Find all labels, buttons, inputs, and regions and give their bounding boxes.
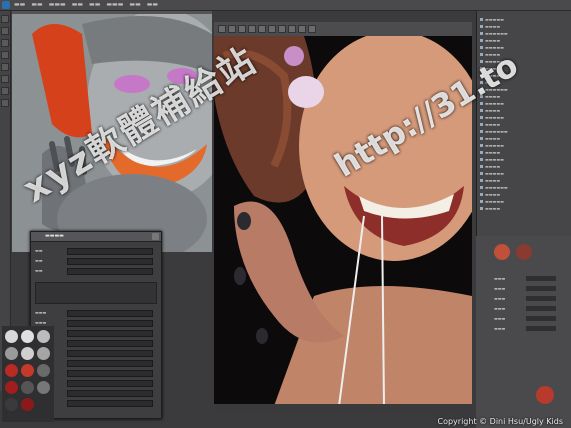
dialog-field[interactable] [67, 340, 153, 347]
material-ball-icon[interactable] [5, 364, 18, 377]
menu-item[interactable]: ▬▬ [89, 0, 100, 10]
dialog-field[interactable] [67, 248, 153, 255]
tool-icon[interactable] [1, 15, 9, 23]
tree-item[interactable]: ▬▬▬▬ [480, 178, 568, 183]
close-icon[interactable] [152, 233, 159, 240]
material-preview-icon [516, 244, 532, 260]
material-browser [2, 326, 54, 422]
view-tool-icon[interactable] [258, 25, 266, 33]
view-tool-icon[interactable] [288, 25, 296, 33]
material-ball-icon[interactable] [37, 364, 50, 377]
tree-item[interactable]: ▬▬▬▬ [480, 150, 568, 155]
view-tool-icon[interactable] [218, 25, 226, 33]
app-logo-icon [2, 1, 10, 9]
attr-field[interactable] [526, 286, 556, 291]
dialog-field[interactable] [67, 330, 153, 337]
material-ball-icon[interactable] [37, 330, 50, 343]
material-ball-icon[interactable] [37, 381, 50, 394]
material-ball-icon[interactable] [21, 364, 34, 377]
dialog-field[interactable] [67, 350, 153, 357]
view-tool-icon[interactable] [298, 25, 306, 33]
dialog-field[interactable] [67, 360, 153, 367]
tree-item[interactable]: ▬▬▬▬ [480, 38, 568, 43]
material-ball-icon[interactable] [5, 347, 18, 360]
tree-item[interactable]: ▬▬▬▬▬ [480, 45, 568, 50]
render-status-bar [214, 404, 472, 414]
dialog-label: ▬▬ [35, 248, 43, 253]
dialog-label: ▬▬▬ [35, 310, 47, 315]
tree-item[interactable]: ▬▬▬▬▬ [480, 17, 568, 22]
tree-item[interactable]: ▬▬▬▬▬ [480, 115, 568, 120]
tree-item[interactable]: ▬▬▬▬▬ [480, 199, 568, 204]
dialog-label: ▬▬▬ [35, 320, 47, 325]
tool-icon[interactable] [1, 99, 9, 107]
tree-item[interactable]: ▬▬▬▬▬ [480, 171, 568, 176]
menu-item[interactable]: ▬▬▬ [49, 0, 66, 10]
tool-icon[interactable] [1, 27, 9, 35]
material-ball-icon[interactable] [21, 381, 34, 394]
menu-items: ▬▬ ▬▬ ▬▬▬ ▬▬ ▬▬ ▬▬▬ ▬▬ ▬▬ [14, 0, 158, 10]
menu-item[interactable]: ▬▬▬ [106, 0, 123, 10]
attr-field[interactable] [526, 276, 556, 281]
menu-item[interactable]: ▬▬ [147, 0, 158, 10]
view-tool-icon[interactable] [268, 25, 276, 33]
material-ball-icon [536, 386, 554, 404]
dialog-field[interactable] [67, 320, 153, 327]
tree-item[interactable]: ▬▬▬▬▬ [480, 101, 568, 106]
menu-item[interactable]: ▬▬ [72, 0, 83, 10]
tool-icon[interactable] [1, 75, 9, 83]
attr-field[interactable] [526, 326, 556, 331]
tree-item[interactable]: ▬▬▬▬▬ [480, 157, 568, 162]
view-tool-icon[interactable] [248, 25, 256, 33]
attr-field[interactable] [526, 316, 556, 321]
material-ball-icon[interactable] [21, 398, 34, 411]
dialog-field[interactable] [67, 400, 153, 407]
view-tool-icon[interactable] [238, 25, 246, 33]
tree-item[interactable]: ▬▬▬▬▬▬ [480, 185, 568, 190]
tool-icon[interactable] [1, 87, 9, 95]
attributes-panel: ▬▬▬ ▬▬▬ ▬▬▬ ▬▬▬ ▬▬▬ ▬▬▬ [476, 236, 571, 428]
tree-item[interactable]: ▬▬▬▬▬▬ [480, 31, 568, 36]
tree-item[interactable]: ▬▬▬▬ [480, 108, 568, 113]
dialog-field[interactable] [67, 390, 153, 397]
dialog-field[interactable] [67, 258, 153, 265]
dialog-label: ▬▬ [35, 258, 43, 263]
material-ball-icon[interactable] [21, 330, 34, 343]
menu-item[interactable]: ▬▬ [31, 0, 42, 10]
menu-item[interactable]: ▬▬ [129, 0, 140, 10]
tree-item[interactable]: ▬▬▬▬▬ [480, 143, 568, 148]
dialog-field[interactable] [67, 268, 153, 275]
attr-field[interactable] [526, 296, 556, 301]
material-preview-icon [494, 244, 510, 260]
material-ball-icon[interactable] [5, 398, 18, 411]
view-tool-icon[interactable] [308, 25, 316, 33]
tree-item[interactable]: ▬▬▬▬ [480, 122, 568, 127]
material-ball-icon[interactable] [5, 381, 18, 394]
tree-item[interactable]: ▬▬▬▬ [480, 136, 568, 141]
dialog-preview [35, 282, 157, 304]
tool-icon[interactable] [1, 39, 9, 47]
material-ball-icon[interactable] [5, 330, 18, 343]
view-tool-icon[interactable] [228, 25, 236, 33]
material-ball-icon[interactable] [37, 347, 50, 360]
dialog-field[interactable] [67, 370, 153, 377]
tool-icon[interactable] [1, 63, 9, 71]
dialog-title: ▬▬▬▬ [31, 232, 161, 242]
tree-item[interactable]: ▬▬▬▬▬▬ [480, 129, 568, 134]
menu-item[interactable]: ▬▬ [14, 0, 25, 10]
copyright-text: Copyright © Dini Hsu/Ugly Kids [437, 417, 564, 426]
material-ball-icon[interactable] [21, 347, 34, 360]
view-tool-icon[interactable] [278, 25, 286, 33]
menu-bar: ▬▬ ▬▬ ▬▬▬ ▬▬ ▬▬ ▬▬▬ ▬▬ ▬▬ [0, 0, 571, 11]
viewport-right-header [214, 22, 472, 37]
dialog-label: ▬▬ [35, 268, 43, 273]
tree-item[interactable]: ▬▬▬▬ [480, 24, 568, 29]
tool-icon[interactable] [1, 51, 9, 59]
dialog-field[interactable] [67, 310, 153, 317]
tree-item[interactable]: ▬▬▬▬ [480, 192, 568, 197]
tree-item[interactable]: ▬▬▬▬ [480, 206, 568, 211]
tree-item[interactable]: ▬▬▬▬ [480, 164, 568, 169]
dialog-field[interactable] [67, 380, 153, 387]
attr-field[interactable] [526, 306, 556, 311]
